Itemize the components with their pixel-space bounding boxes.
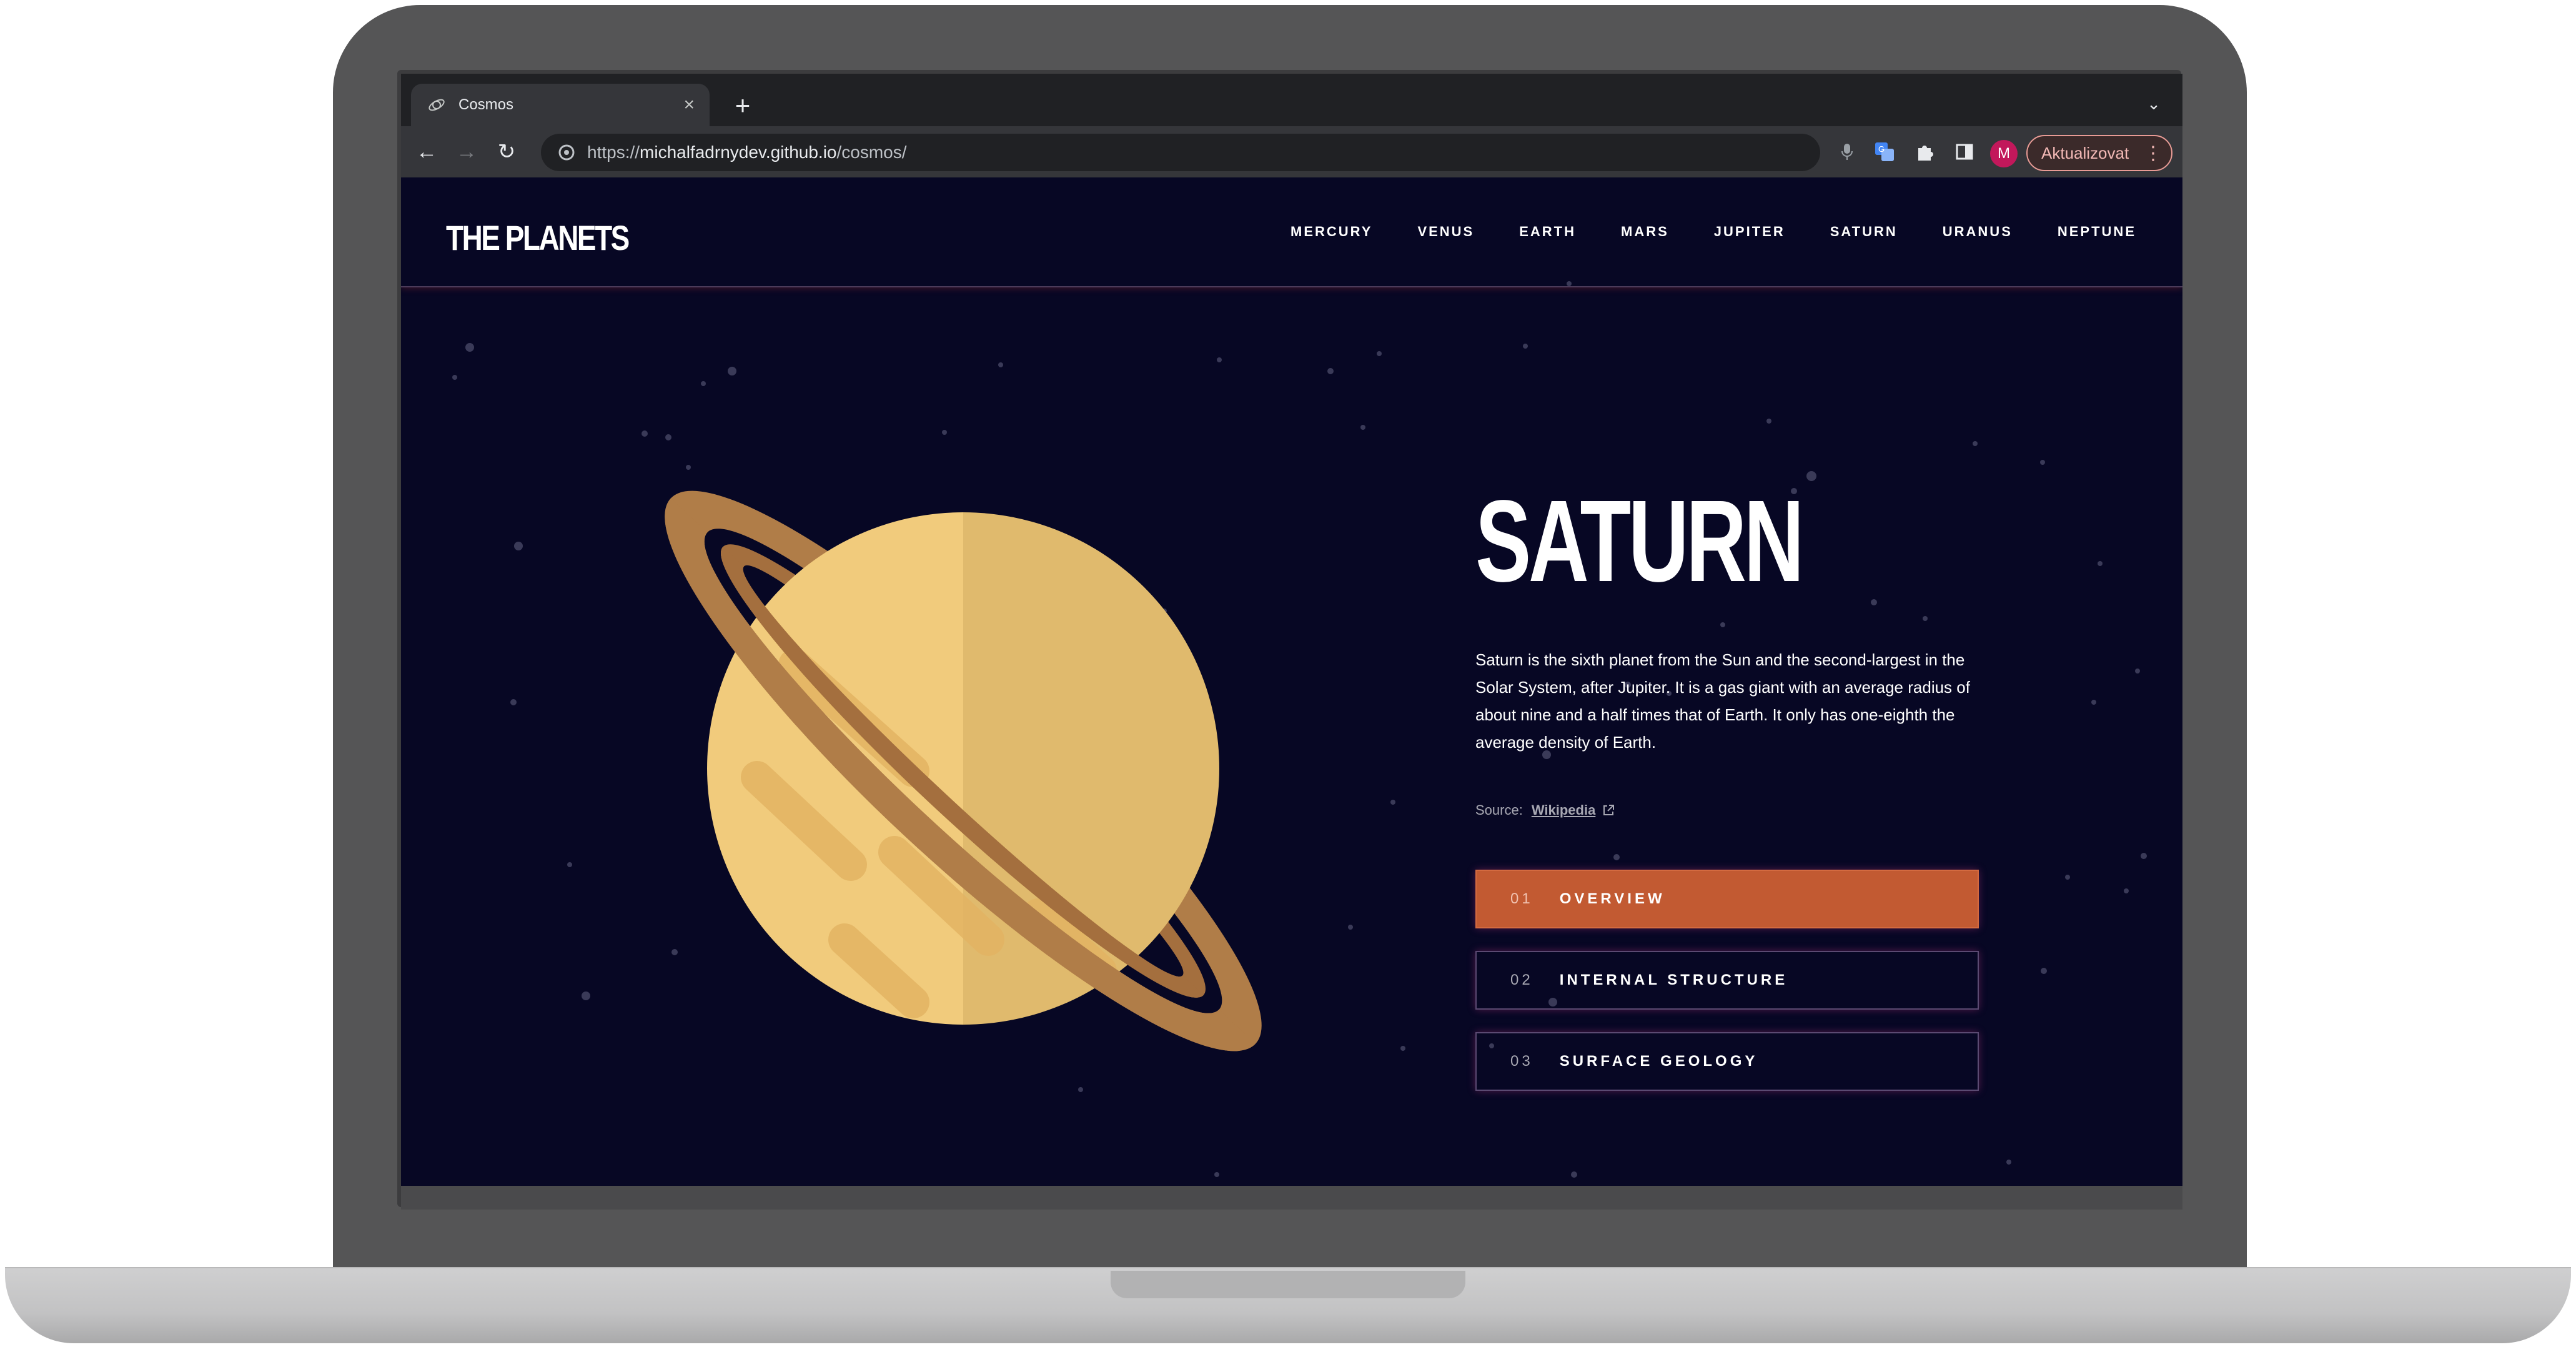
source-label: Source: [1475,802,1523,818]
nav-link-saturn[interactable]: SATURN [1830,224,1898,240]
close-icon[interactable]: × [683,96,695,114]
tab-number: 02 [1510,972,1533,988]
tab-label: OVERVIEW [1559,890,1665,907]
screen-bottom-strip [401,1186,2182,1210]
nav-link-mars[interactable]: MARS [1621,224,1669,240]
planet-favicon-icon [426,94,447,116]
profile-avatar[interactable]: M [1990,140,2018,167]
browser-window: Cosmos × + ⌄ ← → ↻ https://michalfadrnyd… [401,74,2182,1186]
address-bar[interactable]: https://michalfadrnydev.github.io/cosmos… [541,134,1820,171]
site-logo[interactable]: THE PLANETS [446,217,630,258]
site-info-icon[interactable] [557,143,576,162]
back-arrow-icon[interactable]: ← [412,137,441,166]
tab-strip: Cosmos × + ⌄ [401,74,2182,126]
planet-nav: MERCURY VENUS EARTH MARS JUPITER SATURN … [1246,224,2136,240]
wikipedia-link[interactable]: Wikipedia [1532,802,1596,818]
tab-number: 03 [1510,1053,1533,1070]
svg-text:G: G [1878,144,1885,154]
tab-number: 01 [1510,890,1533,907]
update-label: Aktualizovat [2041,143,2129,162]
forward-arrow-icon[interactable]: → [452,137,481,166]
url-path: /cosmos/ [836,142,907,162]
source-line: Source: Wikipedia [1475,802,1615,818]
nav-link-jupiter[interactable]: JUPITER [1714,224,1785,240]
more-menu-icon[interactable]: ⋮ [2144,142,2162,164]
web-page: THE PLANETS MERCURY VENUS EARTH MARS JUP… [401,177,2182,1186]
tab-label: SURFACE GEOLOGY [1559,1053,1758,1070]
planet-title: SATURN [1475,477,1804,606]
tab-title: Cosmos [458,96,514,113]
browser-toolbar: ← → ↻ https://michalfadrnydev.github.io /… [401,126,2182,177]
update-button[interactable]: Aktualizovat ⋮ [2026,135,2172,171]
url-host: michalfadrnydev.github.io [640,142,837,162]
browser-tab[interactable]: Cosmos × [411,84,710,126]
laptop-notch [1111,1271,1465,1298]
side-panel-icon[interactable] [1951,139,1978,165]
reload-icon[interactable]: ↻ [492,137,521,166]
tab-surface-geology[interactable]: 03 SURFACE GEOLOGY [1475,1032,1979,1091]
screenshot-stage: Cosmos × + ⌄ ← → ↻ https://michalfadrnyd… [0,0,2576,1347]
microphone-icon[interactable] [1834,139,1860,165]
tab-overview[interactable]: 01 OVERVIEW [1475,870,1979,928]
nav-link-venus[interactable]: VENUS [1417,224,1474,240]
site-header: THE PLANETS MERCURY VENUS EARTH MARS JUP… [401,177,2182,287]
new-tab-plus-icon[interactable]: + [727,90,758,121]
tab-internal-structure[interactable]: 02 INTERNAL STRUCTURE [1475,951,1979,1010]
tab-label: INTERNAL STRUCTURE [1559,972,1788,988]
url-scheme: https:// [587,142,640,162]
chevron-down-icon[interactable]: ⌄ [2140,90,2167,117]
nav-link-neptune[interactable]: NEPTUNE [2058,224,2136,240]
translate-icon[interactable]: G [1871,139,1898,165]
nav-link-uranus[interactable]: URANUS [1943,224,2013,240]
external-link-icon[interactable] [1602,803,1615,817]
saturn-illustration [588,390,1338,1152]
nav-link-mercury[interactable]: MERCURY [1290,224,1372,240]
puzzle-extensions-icon[interactable] [1911,139,1938,165]
nav-link-earth[interactable]: EARTH [1519,224,1576,240]
planet-description: Saturn is the sixth planet from the Sun … [1475,650,1970,752]
